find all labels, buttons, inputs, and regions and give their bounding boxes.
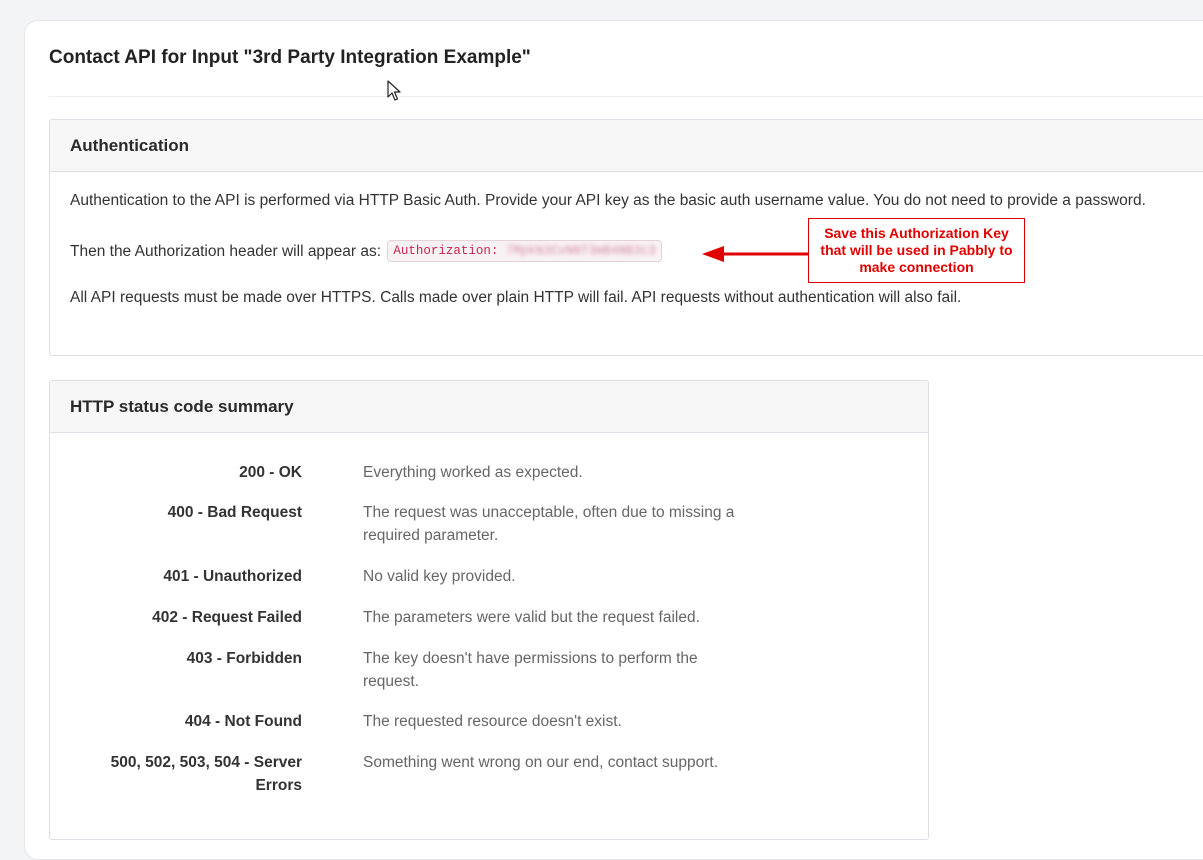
annotation-arrow-icon <box>702 246 812 262</box>
status-description: No valid key provided. <box>363 568 516 585</box>
mouse-cursor-icon <box>387 80 401 101</box>
status-code: 500, 502, 503, 504 - Server Errors <box>110 754 302 794</box>
status-code: 402 - Request Failed <box>152 609 302 626</box>
auth-header-line: Then the Authorization header will appea… <box>70 240 662 263</box>
auth-description: Authentication to the API is performed v… <box>70 192 1146 209</box>
authorization-key-code[interactable]: Authorization: 7MpkN3CvNNT3mB4NB3c3 <box>387 240 662 262</box>
annotation-line-3: make connection <box>859 259 974 275</box>
authorization-key-value: 7MpkN3CvNNT3mB4NB3c3 <box>505 244 656 258</box>
annotation-callout: Save this Authorization Key that will be… <box>808 218 1025 283</box>
status-description: The parameters were valid but the reques… <box>363 609 700 626</box>
status-code: 401 - Unauthorized <box>163 568 302 585</box>
status-code-panel: HTTP status code summary 200 - OK Everyt… <box>49 380 929 840</box>
status-code: 200 - OK <box>239 464 302 481</box>
authentication-header: Authentication <box>50 120 1203 172</box>
authorization-label: Authorization: <box>393 244 506 258</box>
status-description: The request was unacceptable, often due … <box>363 504 735 544</box>
status-description: Something went wrong on our end, contact… <box>363 754 718 771</box>
status-description: The requested resource doesn't exist. <box>363 713 622 730</box>
status-description: The key doesn't have permissions to perf… <box>363 650 698 690</box>
status-description: Everything worked as expected. <box>363 464 583 481</box>
authentication-panel: Authentication Authentication to the API… <box>49 119 1203 356</box>
status-code: 404 - Not Found <box>184 713 302 730</box>
https-requirement-text: All API requests must be made over HTTPS… <box>70 289 962 306</box>
annotation-line-1: Save this Authorization Key <box>824 225 1009 241</box>
status-code: 403 - Forbidden <box>186 650 302 667</box>
status-code: 400 - Bad Request <box>167 504 302 521</box>
status-code-header: HTTP status code summary <box>50 381 928 433</box>
title-divider <box>49 96 1203 97</box>
annotation-line-2: that will be used in Pabbly to <box>820 242 1013 258</box>
page-title: Contact API for Input "3rd Party Integra… <box>49 47 531 68</box>
auth-header-prefix: Then the Authorization header will appea… <box>70 243 382 261</box>
